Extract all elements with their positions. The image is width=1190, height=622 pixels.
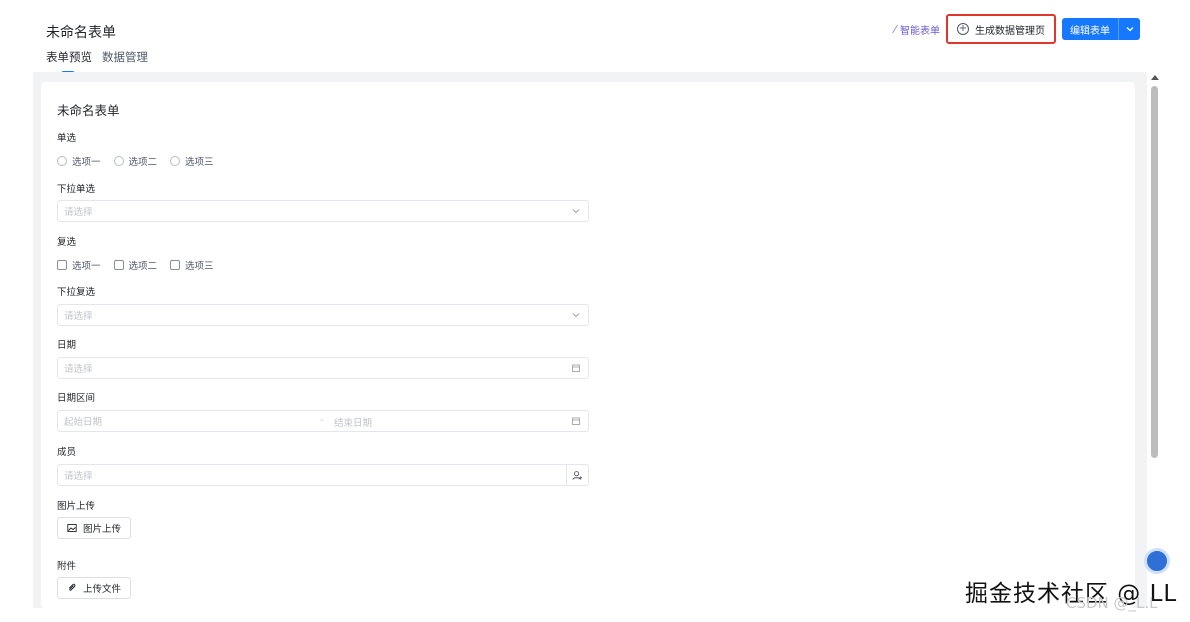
select-label: 下拉单选 bbox=[57, 184, 96, 195]
generate-data-page-button[interactable]: + 生成数据管理页 bbox=[946, 14, 1056, 44]
checkbox-option-label: 选项二 bbox=[128, 261, 158, 272]
member-input[interactable]: 请选择 bbox=[57, 464, 589, 486]
checkbox-option-2[interactable]: 选项二 bbox=[113, 258, 158, 272]
checkbox-label: 复选 bbox=[57, 237, 77, 248]
single-select-input[interactable]: 请选择 bbox=[57, 200, 589, 222]
chevron-down-icon bbox=[572, 209, 580, 214]
smart-form-label: 智能表单 bbox=[900, 25, 940, 37]
checkbox-group: 选项一 选项二 选项三 bbox=[57, 258, 214, 272]
image-upload-button[interactable]: 图片上传 bbox=[57, 517, 132, 539]
tab-form-preview[interactable]: 表单预览 bbox=[46, 49, 92, 73]
floating-assistant-button[interactable] bbox=[1144, 548, 1170, 574]
radio-option-2[interactable]: 选项二 bbox=[113, 154, 158, 168]
edit-form-group: 编辑表单 bbox=[1062, 18, 1140, 40]
multi-select-label: 下拉复选 bbox=[57, 287, 96, 298]
calendar-icon bbox=[572, 364, 580, 372]
radio-option-3[interactable]: 选项三 bbox=[170, 154, 214, 168]
tab-data-management[interactable]: 数据管理 bbox=[102, 49, 148, 73]
date-range-separator: - bbox=[320, 415, 324, 426]
image-upload-button-label: 图片上传 bbox=[83, 524, 122, 535]
radio-circle bbox=[170, 156, 181, 166]
magic-wand-icon: ⁄ bbox=[894, 22, 896, 36]
checkbox-option-label: 选项一 bbox=[72, 261, 101, 272]
user-add-icon bbox=[572, 470, 583, 480]
calendar-icon bbox=[572, 417, 580, 425]
tab-bar: 表单预览 数据管理 bbox=[46, 49, 148, 73]
smart-form-button[interactable]: ⁄ 智能表单 bbox=[894, 22, 940, 37]
chevron-down-icon bbox=[1126, 27, 1133, 32]
member-placeholder: 请选择 bbox=[64, 471, 93, 482]
member-picker-button[interactable] bbox=[566, 465, 588, 485]
radio-option-label: 选项三 bbox=[185, 157, 214, 168]
attachment-label: 附件 bbox=[57, 561, 77, 572]
upload-file-button-label: 上传文件 bbox=[83, 584, 122, 595]
radio-circle bbox=[57, 156, 67, 166]
image-icon bbox=[67, 524, 77, 532]
watermark-sub: CSDN @_L.L bbox=[1066, 594, 1158, 612]
multi-select-input[interactable]: 请选择 bbox=[57, 304, 589, 326]
date-range-start: 起始日期 bbox=[64, 417, 103, 428]
checkbox-box bbox=[170, 260, 181, 270]
edit-form-dropdown[interactable] bbox=[1118, 18, 1140, 40]
checkbox-option-label: 选项三 bbox=[185, 261, 214, 272]
form-preview-area: 未命名表单 单选 选项一 选项二 选项三 下拉单选 请选择 复选 选项一 选项二… bbox=[33, 72, 1147, 608]
date-label: 日期 bbox=[57, 340, 77, 351]
checkbox-box bbox=[113, 260, 124, 270]
scroll-up-arrow-icon[interactable] bbox=[1151, 75, 1159, 80]
radio-circle bbox=[113, 156, 124, 166]
multi-select-placeholder: 请选择 bbox=[64, 311, 93, 322]
radio-label: 单选 bbox=[57, 133, 77, 144]
form-title: 未命名表单 bbox=[57, 103, 120, 118]
chevron-down-icon bbox=[572, 313, 580, 318]
date-range-input[interactable]: 起始日期 - 结束日期 bbox=[57, 410, 589, 432]
date-range-end: 结束日期 bbox=[334, 418, 373, 429]
edit-form-button[interactable]: 编辑表单 bbox=[1062, 18, 1118, 40]
form-app: 未命名表单 表单预览 数据管理 ⁄ 智能表单 + 生成数据管理页 编辑表单 未命… bbox=[33, 0, 1163, 608]
radio-group: 选项一 选项二 选项三 bbox=[57, 154, 214, 168]
generate-data-page-label: 生成数据管理页 bbox=[975, 25, 1045, 37]
vertical-scrollbar[interactable] bbox=[1147, 72, 1163, 608]
radio-option-label: 选项二 bbox=[128, 157, 158, 168]
scroll-thumb[interactable] bbox=[1151, 86, 1158, 458]
checkbox-box bbox=[57, 260, 67, 270]
radio-option-label: 选项一 bbox=[72, 157, 101, 168]
select-placeholder: 请选择 bbox=[64, 207, 93, 218]
page-title: 未命名表单 bbox=[46, 25, 116, 41]
checkbox-option-3[interactable]: 选项三 bbox=[170, 258, 214, 272]
member-label: 成员 bbox=[57, 447, 77, 458]
paperclip-icon bbox=[68, 583, 76, 591]
header: 未命名表单 表单预览 数据管理 ⁄ 智能表单 + 生成数据管理页 编辑表单 bbox=[33, 0, 1163, 73]
form-card: 未命名表单 单选 选项一 选项二 选项三 下拉单选 请选择 复选 选项一 选项二… bbox=[41, 82, 1135, 608]
image-upload-label: 图片上传 bbox=[57, 501, 96, 512]
header-actions: ⁄ 智能表单 + 生成数据管理页 编辑表单 bbox=[894, 14, 1140, 44]
date-input[interactable]: 请选择 bbox=[57, 357, 589, 379]
radio-option-1[interactable]: 选项一 bbox=[57, 154, 101, 168]
plus-circle-icon: + bbox=[957, 23, 969, 35]
checkbox-option-1[interactable]: 选项一 bbox=[57, 258, 101, 272]
upload-file-button[interactable]: 上传文件 bbox=[57, 577, 132, 599]
date-range-label: 日期区间 bbox=[57, 393, 96, 404]
date-placeholder: 请选择 bbox=[64, 364, 93, 375]
